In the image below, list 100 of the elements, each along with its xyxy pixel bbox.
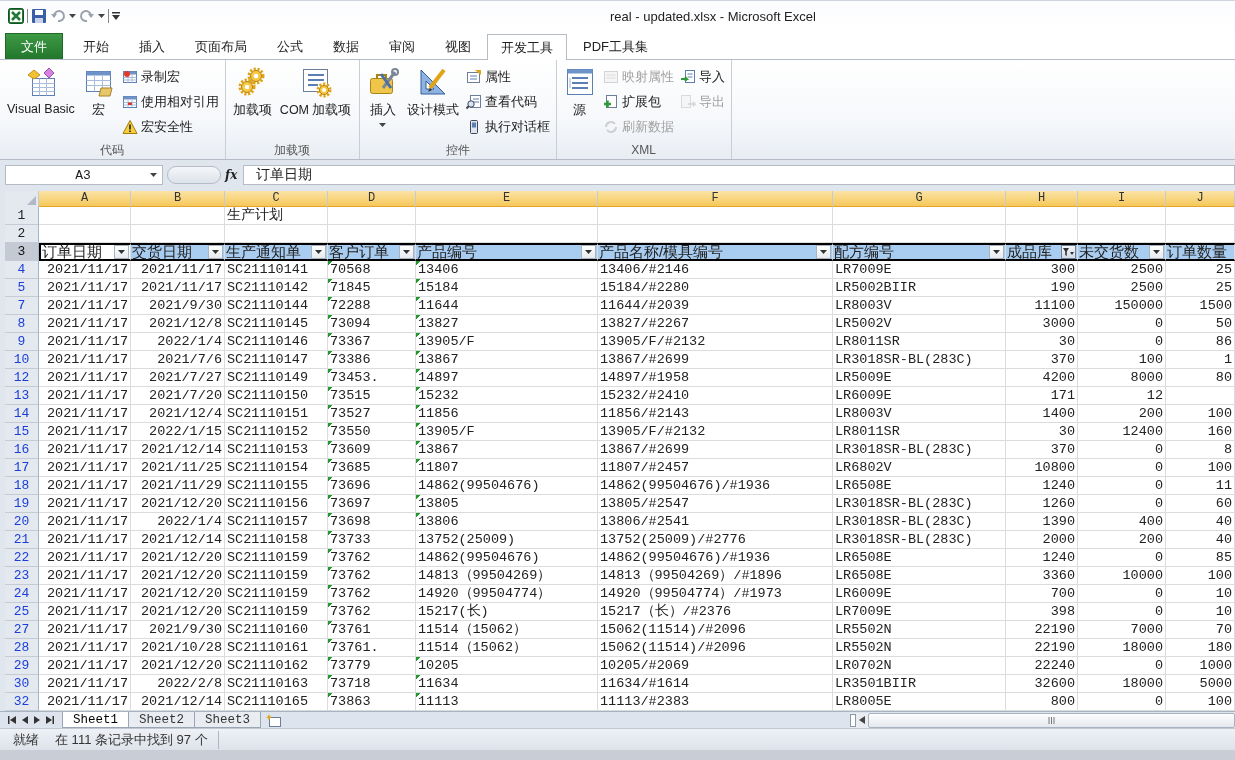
row-header[interactable]: 2: [5, 225, 39, 244]
row-header[interactable]: 8: [5, 315, 39, 334]
ribbon-tab[interactable]: 页面布局: [181, 33, 261, 60]
header-cell[interactable]: 交货日期: [131, 243, 225, 262]
column-header[interactable]: B: [131, 191, 225, 208]
row-header[interactable]: 32: [5, 693, 39, 712]
row-header[interactable]: 14: [5, 405, 39, 424]
ribbon-button[interactable]: COM 加载项: [276, 62, 355, 122]
header-cell[interactable]: 未交货数: [1078, 243, 1166, 262]
header-cell[interactable]: 产品名称/模具编号: [598, 243, 833, 262]
row-header[interactable]: 21: [5, 531, 39, 550]
row-header[interactable]: 15: [5, 423, 39, 442]
ribbon-button[interactable]: 执行对话框: [463, 116, 552, 139]
column-header[interactable]: C: [225, 191, 328, 208]
row-header[interactable]: 19: [5, 495, 39, 514]
ribbon-tab[interactable]: 数据: [319, 33, 373, 60]
expansion-pack-icon: [602, 94, 619, 111]
header-cell[interactable]: 产品编号: [416, 243, 598, 262]
ribbon-button[interactable]: 插入: [363, 62, 402, 130]
filter-dropdown-button[interactable]: [816, 245, 831, 260]
row-header[interactable]: 20: [5, 513, 39, 532]
ribbon-button[interactable]: 录制宏: [119, 66, 221, 89]
ribbon-button[interactable]: 源: [560, 62, 599, 122]
row-header[interactable]: 18: [5, 477, 39, 496]
table-cell: 11634: [416, 675, 598, 694]
ribbon-button[interactable]: 加载项: [229, 62, 275, 122]
name-box[interactable]: A3: [5, 165, 163, 186]
row-header[interactable]: 23: [5, 567, 39, 586]
save-icon: [31, 8, 47, 25]
row-header[interactable]: 12: [5, 369, 39, 388]
column-header[interactable]: F: [598, 191, 833, 208]
row-header[interactable]: 25: [5, 603, 39, 622]
ribbon-tab[interactable]: 审阅: [375, 33, 429, 60]
relative-reference-icon: [121, 94, 138, 111]
header-cell[interactable]: 订单数量: [1166, 243, 1235, 262]
ribbon-button[interactable]: 使用相对引用: [119, 91, 221, 114]
filter-dropdown-button[interactable]: [208, 245, 223, 260]
row-header[interactable]: 24: [5, 585, 39, 604]
row-header[interactable]: 9: [5, 333, 39, 352]
ribbon-button[interactable]: 属性: [463, 66, 552, 89]
table-cell: 73762: [328, 603, 416, 622]
formula-field[interactable]: 订单日期: [243, 165, 1235, 186]
row-header[interactable]: 13: [5, 387, 39, 406]
column-header[interactable]: I: [1078, 191, 1166, 208]
properties-icon: [465, 69, 482, 86]
column-header[interactable]: J: [1166, 191, 1235, 208]
row-header[interactable]: 1: [5, 207, 39, 226]
row-header[interactable]: 27: [5, 621, 39, 640]
row-header[interactable]: 17: [5, 459, 39, 478]
column-header[interactable]: G: [833, 191, 1006, 208]
sheet-tab[interactable]: Sheet2: [128, 712, 196, 729]
ribbon-tab[interactable]: 开始: [69, 33, 123, 60]
filter-dropdown-button[interactable]: [399, 245, 414, 260]
horizontal-scrollbar[interactable]: [850, 712, 1235, 728]
ribbon-tab[interactable]: 插入: [125, 33, 179, 60]
table-cell: 13905/F: [416, 423, 598, 442]
table-cell: 73761.: [328, 639, 416, 658]
filter-dropdown-button[interactable]: [1061, 245, 1076, 260]
row-header[interactable]: 22: [5, 549, 39, 568]
header-cell[interactable]: 生产通知单: [225, 243, 328, 262]
header-cell[interactable]: 订单日期: [39, 243, 131, 262]
row-header[interactable]: 28: [5, 639, 39, 658]
filter-dropdown-button[interactable]: [311, 245, 326, 260]
table-cell: 71845: [328, 279, 416, 298]
row-header[interactable]: 10: [5, 351, 39, 370]
ribbon-button[interactable]: 扩展包: [600, 91, 676, 114]
filter-dropdown-button[interactable]: [114, 245, 129, 260]
ribbon-tab[interactable]: 文件: [5, 33, 63, 60]
undo-icon: [50, 8, 66, 25]
insert-function-button[interactable]: fx: [225, 165, 243, 186]
row-header[interactable]: 30: [5, 675, 39, 694]
column-header[interactable]: E: [416, 191, 598, 208]
column-header[interactable]: A: [39, 191, 131, 208]
row-header[interactable]: 16: [5, 441, 39, 460]
row-header[interactable]: 4: [5, 261, 39, 280]
sheet-tab[interactable]: Sheet1: [62, 712, 129, 729]
ribbon-tab[interactable]: PDF工具集: [569, 33, 662, 60]
row-header[interactable]: 5: [5, 279, 39, 298]
ribbon-button[interactable]: Visual Basic: [4, 62, 78, 119]
ribbon-button[interactable]: 查看代码: [463, 91, 552, 114]
filter-dropdown-button[interactable]: [581, 245, 596, 260]
header-cell[interactable]: 配方编号: [833, 243, 1006, 262]
row-header[interactable]: 29: [5, 657, 39, 676]
header-cell[interactable]: 成品库: [1006, 243, 1078, 262]
filter-dropdown-button[interactable]: [989, 245, 1004, 260]
ribbon-button[interactable]: 设计模式: [403, 62, 462, 122]
ribbon-tab[interactable]: 视图: [431, 33, 485, 60]
ribbon-button[interactable]: 宏安全性: [119, 116, 221, 139]
column-header[interactable]: H: [1006, 191, 1078, 208]
row-header[interactable]: 3: [5, 243, 39, 262]
header-cell[interactable]: 客户订单: [328, 243, 416, 262]
ribbon-button[interactable]: 导入: [677, 66, 727, 89]
ribbon-tab[interactable]: 公式: [263, 33, 317, 60]
ribbon-tab[interactable]: 开发工具: [487, 34, 567, 61]
filter-dropdown-button[interactable]: [1149, 245, 1164, 260]
sheet-tab[interactable]: Sheet3: [194, 712, 262, 729]
row-header[interactable]: 7: [5, 297, 39, 316]
ribbon-button[interactable]: 宏: [79, 62, 118, 122]
column-header[interactable]: D: [328, 191, 416, 208]
warning-icon: [121, 119, 138, 136]
